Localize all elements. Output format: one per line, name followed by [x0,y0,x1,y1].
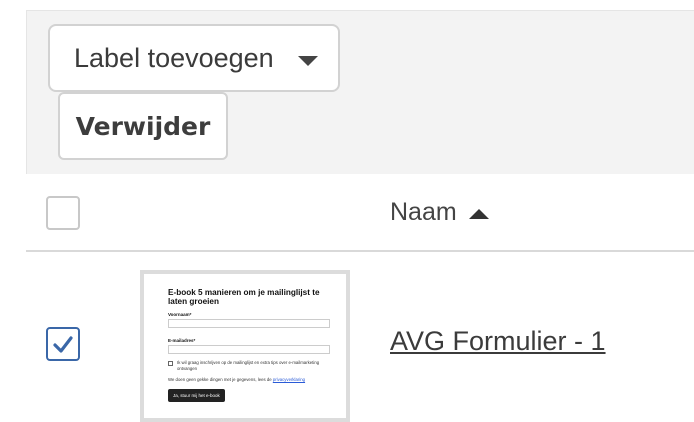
form-preview-title: E-book 5 manieren om je mailinglijst te … [168,288,320,306]
form-preview-email-field [168,345,330,354]
delete-button-label: Verwijder [75,111,211,141]
table-header-row [26,174,694,252]
form-preview-submit-button: Ja, stuur mij het e-book [168,389,225,402]
caret-down-icon [298,56,318,66]
form-preview-first-name-label: Voornaam* [168,312,192,317]
form-preview-consent-checkbox [168,361,173,366]
form-preview-consent: Ik wil graag inschrijven op de mailingli… [168,360,332,372]
form-preview: E-book 5 manieren om je mailinglijst te … [144,274,346,418]
column-header-name-label: Naam [390,198,457,226]
add-label-dropdown[interactable]: Label toevoegen [48,24,340,92]
delete-button[interactable]: Verwijder [58,92,228,160]
add-label-dropdown-text: Label toevoegen [74,42,274,73]
form-thumbnail[interactable]: E-book 5 manieren om je mailinglijst te … [140,270,350,422]
form-preview-email-label: E-mailadres* [168,338,196,343]
form-preview-privacy: We doen geen gekke dingen met je gegeven… [168,377,332,383]
form-preview-consent-text: Ik wil graag inschrijven op de mailingli… [177,360,320,371]
checkmark-icon [53,336,73,353]
column-header-name[interactable]: Naam [390,198,489,227]
row-checkbox[interactable] [46,327,80,361]
form-preview-first-name-field [168,319,330,328]
form-preview-privacy-link: privacyverklaring [272,377,306,382]
select-all-checkbox[interactable] [46,196,80,230]
form-preview-privacy-text: We doen geen gekke dingen met je gegeven… [168,377,272,382]
sort-ascending-icon [468,208,489,219]
form-name-link[interactable]: AVG Formulier - 1 [390,326,606,357]
